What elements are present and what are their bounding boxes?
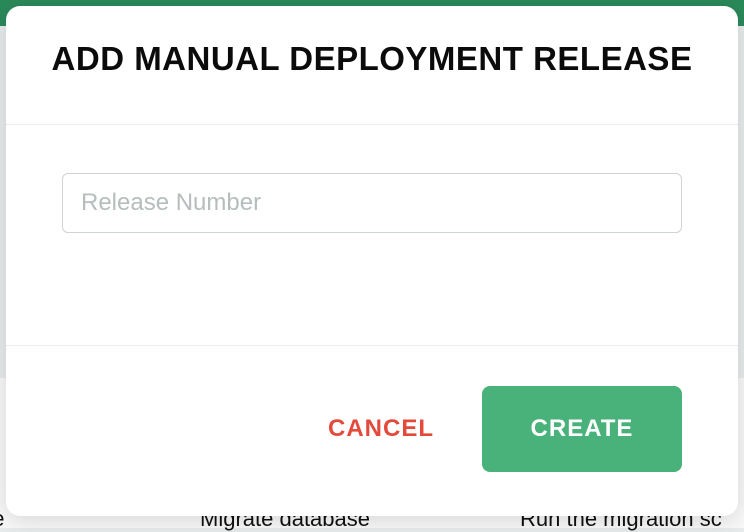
release-number-input[interactable] [62, 173, 682, 233]
modal-footer: CANCEL CREATE [6, 346, 738, 516]
add-release-modal: ADD MANUAL DEPLOYMENT RELEASE CANCEL CRE… [6, 6, 738, 516]
modal-body [6, 125, 738, 346]
modal-title: ADD MANUAL DEPLOYMENT RELEASE [46, 40, 698, 78]
cancel-button[interactable]: CANCEL [324, 407, 438, 451]
create-button[interactable]: CREATE [482, 386, 682, 472]
modal-header: ADD MANUAL DEPLOYMENT RELEASE [6, 6, 738, 125]
